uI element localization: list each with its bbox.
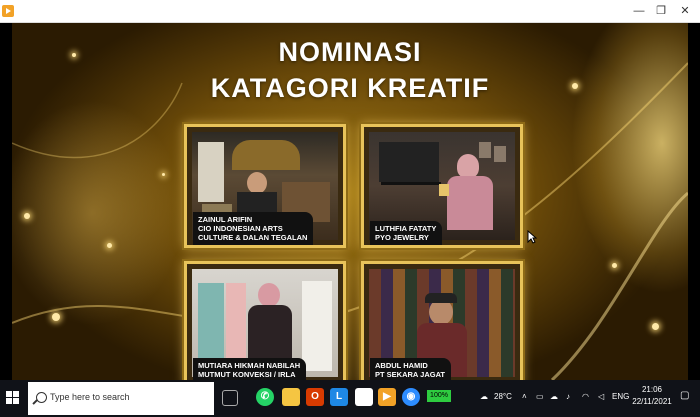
slide-title-line1: NOMINASI (278, 37, 422, 67)
windows-start-icon[interactable] (6, 391, 20, 405)
system-clock[interactable]: 21:06 22/11/2021 (630, 384, 674, 408)
mouse-cursor-icon (527, 230, 537, 244)
sound-icon[interactable]: ◁ (598, 392, 604, 401)
nominee-name: LUTHFIA FATATY (375, 224, 437, 233)
nominee-card: MUTIARA HIKMAH NABILAH MUTMUT KONVEKSI /… (184, 261, 346, 380)
close-button[interactable]: ✕ (674, 3, 696, 19)
notepad-icon[interactable] (355, 388, 373, 406)
nominee-caption: ZAINUL ARIFIN CIO INDONESIAN ARTS CULTUR… (193, 212, 314, 245)
title-bar: — ❐ ✕ (0, 0, 700, 23)
notification-icon[interactable]: ▢ (680, 390, 689, 401)
whatsapp-icon[interactable]: ✆ (256, 388, 274, 406)
search-input[interactable]: Type here to search (50, 392, 130, 402)
weather-temp[interactable]: 28°C (494, 392, 512, 401)
show-hidden-icons[interactable]: ˄ (522, 392, 527, 401)
sparkle (24, 213, 30, 219)
nominee-org: PT SEKARA JAGAT (375, 370, 446, 379)
cloud-icon[interactable]: ☁ (550, 392, 558, 401)
wifi-icon[interactable]: ◠ (582, 392, 589, 401)
zoom-icon[interactable]: ◉ (402, 388, 420, 406)
nominee-card: LUTHFIA FATATY PYO JEWELRY (361, 124, 523, 248)
slide-title-line2: KATAGORI KREATIF (210, 73, 490, 103)
nominee-card: ZAINUL ARIFIN CIO INDONESIAN ARTS CULTUR… (184, 124, 346, 248)
sparkle (162, 173, 165, 176)
clock-time: 21:06 (641, 385, 663, 394)
language-indicator[interactable]: ENG (612, 392, 629, 401)
minimize-button[interactable]: — (628, 3, 650, 19)
media-player-icon[interactable]: ▶ (378, 388, 396, 406)
nominee-org-extra: CULTURE & DALAN TEGALAN (198, 233, 308, 242)
nominee-org: MUTMUT KONVEKSI / IRLA (198, 370, 296, 379)
nominee-card: ABDUL HAMID PT SEKARA JAGAT (361, 261, 523, 380)
weather-icon[interactable]: ☁ (480, 392, 488, 401)
nominee-org: CIO INDONESIAN ARTS (198, 224, 283, 233)
search-icon (36, 392, 47, 403)
office-icon[interactable]: O (306, 388, 324, 406)
battery-indicator[interactable]: 100% (427, 390, 451, 402)
nominee-name: MUTIARA HIKMAH NABILAH (198, 361, 301, 370)
nominee-org: PYO JEWELRY (375, 233, 429, 242)
task-view-icon[interactable] (222, 390, 238, 406)
file-explorer-icon[interactable] (282, 388, 300, 406)
nominee-name: ZAINUL ARIFIN (198, 215, 253, 224)
taskbar-search[interactable]: Type here to search (28, 382, 214, 415)
sparkle (652, 323, 659, 330)
nominee-name: ABDUL HAMID (375, 361, 428, 370)
clock-date: 22/11/2021 (632, 397, 672, 406)
sparkle (612, 263, 617, 268)
volume-icon[interactable]: ♪ (566, 392, 570, 401)
sparkle (107, 243, 112, 248)
nominee-caption: ABDUL HAMID PT SEKARA JAGAT (370, 358, 452, 380)
slide-area: NOMINASI KATAGORI KREATIF ZAINUL ARIFIN … (12, 23, 688, 380)
maximize-button[interactable]: ❐ (650, 3, 672, 19)
nominee-caption: LUTHFIA FATATY PYO JEWELRY (370, 221, 443, 245)
app-icon (2, 5, 14, 17)
sparkle (52, 313, 60, 321)
app-window: — ❐ ✕ NOMINASI KATAGORI KREATIF ZAINUL A… (0, 0, 700, 380)
taskbar: Type here to search ✆ O L ▶ ◉ 100% ☁ 28°… (0, 380, 700, 417)
network-icon[interactable]: ▭ (536, 392, 544, 401)
app-l-icon[interactable]: L (330, 388, 348, 406)
nominee-caption: MUTIARA HIKMAH NABILAH MUTMUT KONVEKSI /… (193, 358, 307, 380)
